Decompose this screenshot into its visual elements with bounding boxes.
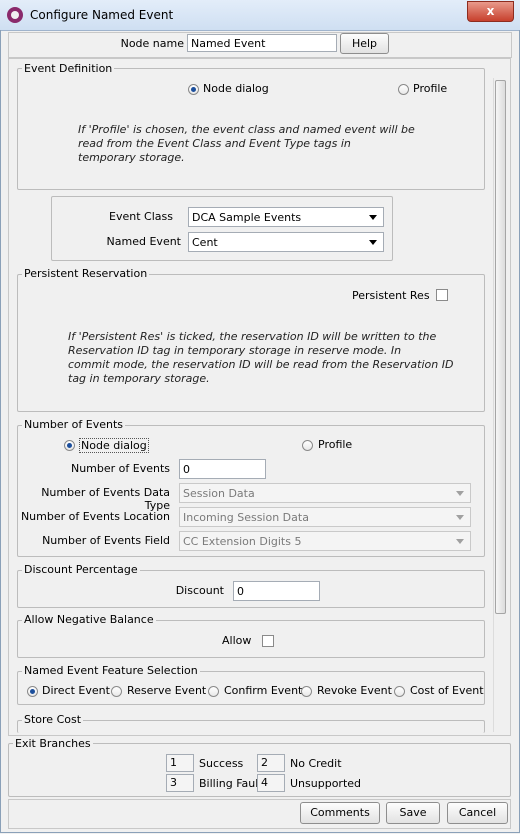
comments-button[interactable]: Comments — [300, 802, 380, 824]
revoke-event-radio[interactable] — [301, 686, 312, 697]
chevron-down-icon — [456, 539, 464, 544]
event-class-value: DCA Sample Events — [192, 211, 302, 224]
exit-branch-number: 1 — [166, 754, 194, 772]
number-of-events-legend: Number of Events — [22, 418, 126, 431]
close-button[interactable]: x — [467, 1, 514, 22]
exit-branch-label: Unsupported — [290, 777, 362, 790]
num-events-datatype-select[interactable]: Session Data — [179, 483, 471, 503]
num-events-field-label: Number of Events Field — [42, 534, 170, 547]
confirm-event-label[interactable]: Confirm Event — [224, 684, 302, 697]
chevron-down-icon — [369, 215, 377, 220]
node-name-label: Node name — [120, 37, 184, 50]
num-events-count-input[interactable]: 0 — [179, 459, 266, 479]
event-class-select[interactable]: DCA Sample Events — [188, 207, 384, 227]
direct-event-radio[interactable] — [27, 686, 38, 697]
confirm-event-radio[interactable] — [208, 686, 219, 697]
num-events-location-select[interactable]: Incoming Session Data — [179, 507, 471, 527]
reserve-event-label[interactable]: Reserve Event — [127, 684, 206, 697]
exit-branch-number: 2 — [257, 754, 285, 772]
reserve-event-radio[interactable] — [111, 686, 122, 697]
direct-event-label[interactable]: Direct Event — [42, 684, 110, 697]
num-events-node-label[interactable]: Node dialog — [79, 438, 149, 453]
num-events-datatype-value: Session Data — [183, 487, 255, 500]
num-events-location-value: Incoming Session Data — [183, 511, 309, 524]
store-cost-legend: Store Cost — [22, 713, 84, 726]
exit-branch-label: Billing Fault — [199, 777, 263, 790]
num-events-field-select[interactable]: CC Extension Digits 5 — [179, 531, 471, 551]
discount-legend: Discount Percentage — [22, 563, 140, 576]
num-events-field-value: CC Extension Digits 5 — [183, 535, 302, 548]
persistent-note-4: tag in temporary storage. — [68, 372, 210, 385]
scrollbar-thumb[interactable] — [495, 80, 506, 614]
num-events-profile-label[interactable]: Profile — [318, 438, 352, 451]
cost-of-event-label[interactable]: Cost of Event — [410, 684, 484, 697]
allow-label: Allow — [222, 634, 252, 647]
persistent-res-label: Persistent Res — [352, 289, 430, 302]
help-button[interactable]: Help — [340, 33, 389, 54]
exit-branch-label: Success — [199, 757, 244, 770]
persistent-note-2: Reservation ID tag in temporary storage … — [68, 344, 402, 357]
chevron-down-icon — [456, 515, 464, 520]
num-events-datatype-label: Number of Events Data Type — [41, 486, 170, 512]
persistent-note-1: If 'Persistent Res' is ticked, the reser… — [68, 330, 437, 343]
chevron-down-icon — [369, 240, 377, 245]
exit-branch-number: 4 — [257, 774, 285, 792]
cancel-button[interactable]: Cancel — [447, 802, 508, 824]
event-def-profile-radio[interactable] — [398, 84, 409, 95]
event-definition-legend: Event Definition — [22, 62, 115, 75]
discount-label: Discount — [175, 584, 224, 597]
num-events-count-label: Number of Events — [70, 462, 170, 475]
revoke-event-label[interactable]: Revoke Event — [317, 684, 392, 697]
window-title: Configure Named Event — [30, 8, 174, 22]
store-cost-group — [17, 720, 485, 733]
num-events-location-label: Number of Events Location — [20, 510, 170, 523]
num-events-profile-radio[interactable] — [302, 440, 313, 451]
event-def-note-2: read from the Event Class and Event Type… — [78, 137, 351, 150]
exit-branches-legend: Exit Branches — [13, 737, 93, 750]
negative-balance-legend: Allow Negative Balance — [22, 613, 156, 626]
persistent-reservation-legend: Persistent Reservation — [22, 267, 150, 280]
event-def-note-3: temporary storage. — [78, 151, 185, 164]
persistent-res-checkbox[interactable] — [436, 289, 448, 301]
named-event-select[interactable]: Cent — [188, 232, 384, 252]
app-icon — [7, 7, 23, 23]
num-events-node-radio[interactable] — [64, 440, 75, 451]
event-class-label: Event Class — [109, 210, 173, 223]
event-def-note-1: If 'Profile' is chosen, the event class … — [78, 123, 415, 136]
feature-selection-legend: Named Event Feature Selection — [22, 664, 200, 677]
event-def-node-label[interactable]: Node dialog — [203, 82, 269, 95]
event-def-node-radio[interactable] — [188, 84, 199, 95]
exit-branch-number: 3 — [166, 774, 194, 792]
discount-input[interactable]: 0 — [233, 581, 320, 601]
persistent-note-3: commit mode, the reservation ID will be … — [68, 358, 454, 371]
named-event-label: Named Event — [106, 235, 181, 248]
named-event-value: Cent — [192, 236, 218, 249]
save-button[interactable]: Save — [386, 802, 440, 824]
event-def-profile-label[interactable]: Profile — [413, 82, 447, 95]
cost-of-event-radio[interactable] — [394, 686, 405, 697]
exit-branch-label: No Credit — [290, 757, 342, 770]
chevron-down-icon — [456, 491, 464, 496]
node-name-input[interactable]: Named Event — [187, 34, 337, 52]
allow-checkbox[interactable] — [262, 635, 274, 647]
